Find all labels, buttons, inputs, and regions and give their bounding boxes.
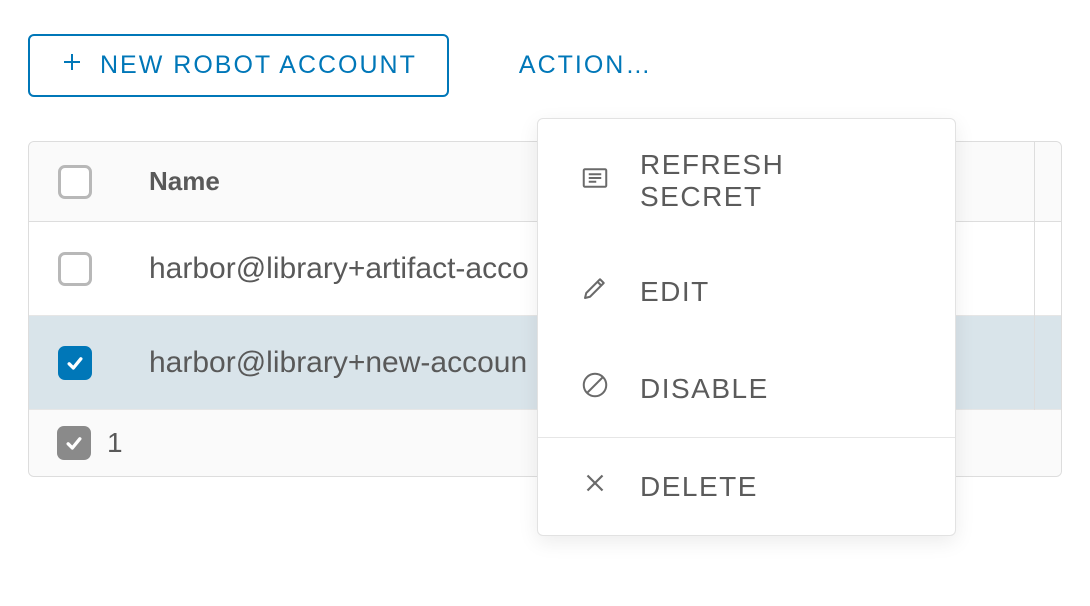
action-dropdown-menu: REFRESH SECRET EDIT DISABLE DELETE [537,118,956,536]
menu-item-disable[interactable]: DISABLE [538,340,955,437]
column-header-name[interactable]: Name [121,166,220,197]
menu-item-label: REFRESH SECRET [640,149,913,213]
row-checkbox[interactable] [58,346,92,380]
toolbar: NEW ROBOT ACCOUNT ACTION… [0,0,1090,125]
selected-count: 1 [107,427,123,459]
select-all-checkbox[interactable] [58,165,92,199]
close-icon [580,468,610,505]
menu-item-delete[interactable]: DELETE [538,438,955,535]
new-robot-account-label: NEW ROBOT ACCOUNT [100,51,417,80]
selection-indicator-icon[interactable] [57,426,91,460]
action-dropdown-trigger[interactable]: ACTION… [519,51,652,80]
pencil-icon [580,273,610,310]
row-name: harbor@library+new-accoun [121,346,527,380]
ban-icon [580,370,610,407]
menu-item-refresh-secret[interactable]: REFRESH SECRET [538,119,955,243]
row-checkbox[interactable] [58,252,92,286]
menu-item-edit[interactable]: EDIT [538,243,955,340]
header-checkbox-cell [29,165,121,199]
column-divider [1034,142,1035,410]
menu-item-label: DISABLE [640,373,769,405]
row-checkbox-cell [29,346,121,380]
row-name: harbor@library+artifact-acco [121,252,529,286]
document-icon [580,163,610,200]
plus-icon [60,50,84,81]
new-robot-account-button[interactable]: NEW ROBOT ACCOUNT [28,34,449,97]
row-checkbox-cell [29,252,121,286]
menu-item-label: EDIT [640,276,710,308]
menu-item-label: DELETE [640,471,758,503]
